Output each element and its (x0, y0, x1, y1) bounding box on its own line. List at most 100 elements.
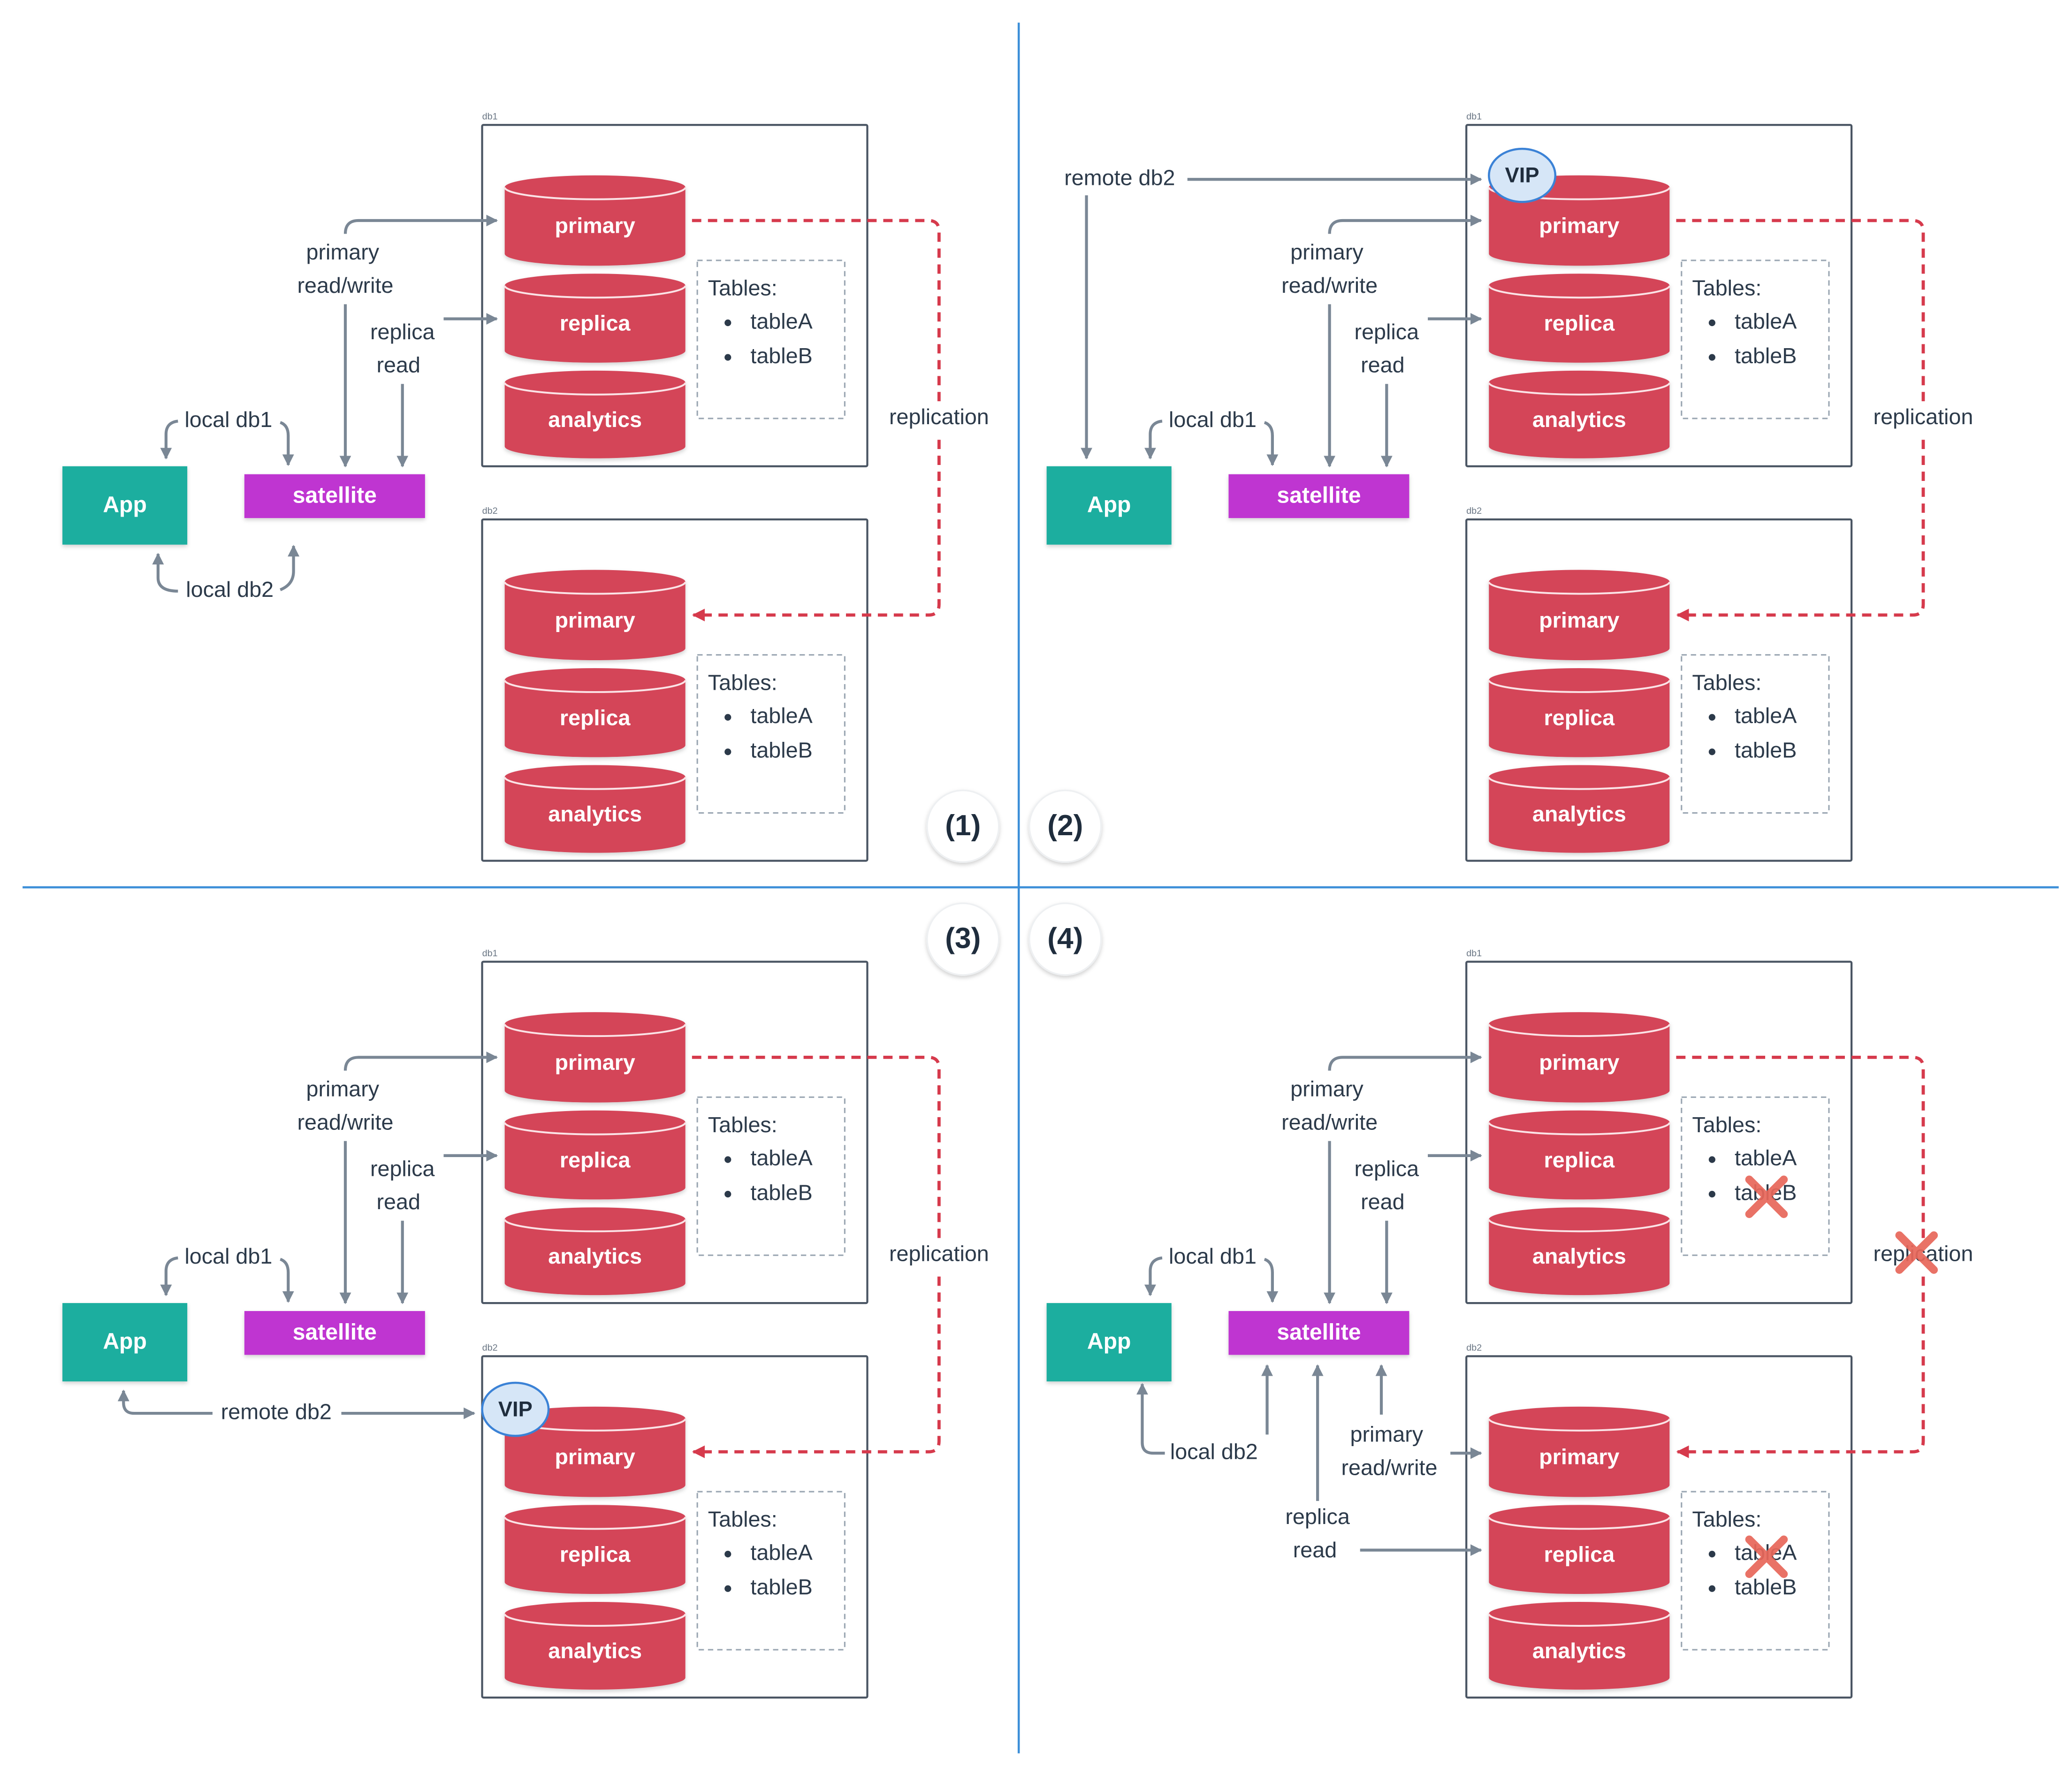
replica-read-label: replica (370, 1156, 435, 1181)
app-node[interactable]: App (62, 466, 188, 545)
cylinder-primary: primary (1488, 1012, 1671, 1103)
cylinder-analytics: analytics (503, 370, 686, 458)
cylinder-primary: primary (1488, 570, 1671, 661)
app-label: App (103, 1329, 147, 1354)
table-item: tableB (750, 1575, 812, 1599)
db1-label: db1 (1466, 948, 1482, 959)
cylinder-replica: replica (1488, 1505, 1671, 1594)
table-item: tableB (750, 343, 812, 368)
bullet (1708, 714, 1715, 721)
cylinder-replica: replica (1488, 1110, 1671, 1200)
replica-read-link: replica read (370, 313, 498, 468)
primary-rw-arrow (343, 1051, 498, 1071)
satellite-label: satellite (1277, 483, 1361, 508)
local-db1-label: local db1 (1169, 407, 1257, 432)
primary-rw-label: read/write (1281, 1110, 1378, 1134)
db1-cluster: db1primaryreplicaanalyticsTables:tableAt… (481, 111, 868, 467)
cylinder-primary: primary (503, 570, 686, 661)
cylinder-label: primary (555, 608, 635, 632)
local-db1-link: local db1 (1144, 407, 1279, 466)
app-node[interactable]: App (62, 1303, 188, 1382)
bullet (1708, 319, 1715, 327)
local-db2-label: local db2 (1170, 1439, 1258, 1463)
local-db1-arrow-satellite (280, 421, 294, 466)
satellite-failover-diagram: db1 primary replica analytics Tables: tableA t… (23, 23, 2059, 1753)
local-db1-link: local db1 (1144, 1244, 1279, 1303)
cylinder-label: analytics (548, 407, 642, 432)
db1-cluster: db1primaryreplicaanalyticsTables:tableAt… (1465, 948, 1853, 1304)
cylinder-analytics: analytics (503, 765, 686, 853)
cylinder-label: replica (560, 1542, 631, 1567)
satellite-node[interactable]: satellite (1228, 1311, 1409, 1355)
remote-db2-label: remote db2 (1064, 166, 1175, 190)
quadrant-1: db1 primary replica analytics Tables: tableA t… (62, 111, 999, 862)
step-badge-1: (1) (926, 789, 1000, 863)
local-db1-arrow-app (1144, 1256, 1163, 1296)
cylinder-label: analytics (548, 1638, 642, 1663)
step-badge-2: (2) (1028, 789, 1102, 863)
tables-title: Tables: (708, 276, 777, 300)
replica-read-label: replica (1355, 320, 1419, 344)
primary-rw-label: primary (1290, 240, 1364, 264)
step-badge-3: (3) (926, 902, 1000, 976)
replica-read-label: read (1361, 1189, 1404, 1214)
tables-title: Tables: (1692, 1507, 1761, 1532)
app-node[interactable]: App (1046, 1303, 1172, 1382)
satellite-node[interactable]: satellite (1228, 474, 1409, 518)
bullet (724, 354, 731, 361)
primary-rw-label: read/write (297, 273, 394, 297)
local-db1-label: local db1 (1169, 1244, 1257, 1268)
cylinder-analytics: analytics (1488, 370, 1671, 458)
local-db2-arrow-app (152, 553, 178, 593)
replication-label: replication (889, 1242, 989, 1266)
local-db2-label: local db2 (186, 577, 274, 602)
cylinder-label: primary (555, 213, 635, 238)
bullet (724, 1585, 731, 1592)
local-db1-arrow-app (160, 419, 178, 460)
primary-rw-label: read/write (297, 1110, 394, 1134)
cylinder-label: replica (560, 1148, 631, 1172)
db2-label: db2 (1466, 506, 1482, 516)
replica-read-label: read (377, 1189, 420, 1214)
bullet (724, 1156, 731, 1163)
cylinder-label: primary (555, 1445, 635, 1469)
table-item: tableA (1735, 703, 1797, 728)
table-item: tableB (1735, 1575, 1797, 1599)
bullet (724, 1190, 731, 1198)
satellite-label: satellite (293, 483, 377, 508)
app-node[interactable]: App (1046, 466, 1172, 545)
db2-cluster: db2 primary replica analytics Tables: tableA t… (481, 506, 868, 862)
satellite-node[interactable]: satellite (244, 474, 425, 518)
quadrant-4: db1 primary replica analytics Tables: tableA t… (1046, 948, 1983, 1699)
cylinder-analytics: analytics (1488, 1602, 1671, 1690)
cylinder-label: primary (555, 1050, 635, 1075)
db2-label: db2 (482, 506, 498, 516)
table-item: tableB (750, 1180, 812, 1204)
primary-rw-arrow (1328, 1051, 1482, 1071)
cylinder-label: analytics (548, 1244, 642, 1268)
cylinder-analytics: analytics (503, 1602, 686, 1690)
table-item: tableA (750, 309, 813, 333)
satellite-label: satellite (1277, 1319, 1361, 1345)
table-item: tableA (750, 1540, 813, 1564)
cylinder-replica: replica (1488, 668, 1671, 757)
cylinder-label: analytics (1532, 407, 1626, 432)
cylinder-label: replica (1544, 311, 1615, 335)
bullet (1708, 354, 1715, 361)
local-db1-label: local db1 (184, 407, 272, 432)
quadrant-2: db1 primary replica analytics Tables: tableA t… (1046, 111, 1983, 862)
primary-rw-label: primary (306, 240, 380, 264)
remote-db2-link: remote db2 (117, 1389, 476, 1424)
cylinder-label: replica (560, 311, 631, 335)
satellite-node[interactable]: satellite (244, 1311, 425, 1355)
replica-read-label: replica (1355, 1156, 1419, 1181)
replica-read-label: read (1361, 353, 1404, 377)
table-item: tableA (750, 703, 813, 728)
table-item: tableB (750, 738, 812, 762)
cylinder-replica: replica (503, 668, 686, 757)
cylinder-analytics: analytics (1488, 1207, 1671, 1296)
remote-db2-arrow-app (117, 1389, 213, 1415)
app-label: App (1087, 492, 1131, 517)
local-db2-arrow-app (1136, 1383, 1165, 1455)
bullet (724, 1551, 731, 1558)
